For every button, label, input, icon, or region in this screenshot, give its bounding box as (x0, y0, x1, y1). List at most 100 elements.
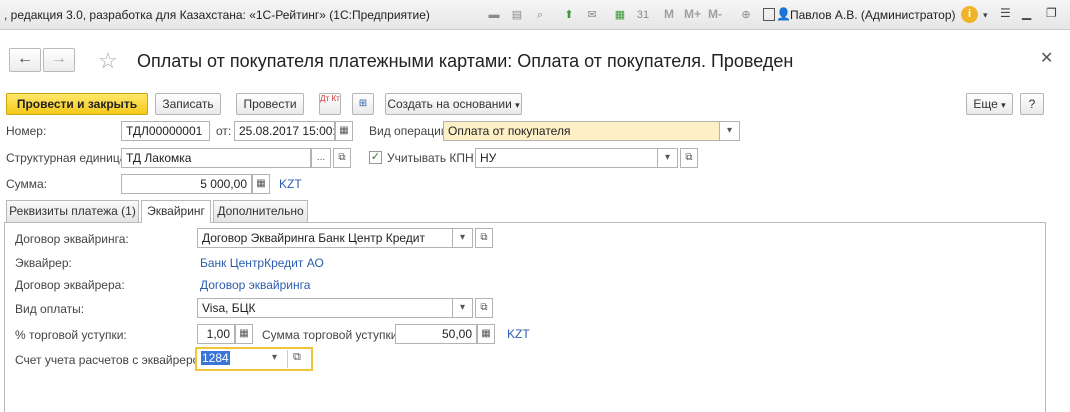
acquiring-contract-field[interactable]: Договор Эквайринга Банк Центр Кредит (197, 228, 453, 248)
chevron-down-icon[interactable]: ▾ (983, 10, 988, 21)
panel-icon[interactable] (763, 8, 775, 21)
current-user[interactable]: Павлов А.В. (Администратор) (790, 8, 956, 22)
create-based-on-button[interactable]: Создать на основании ▾ (385, 93, 522, 115)
chevron-down-icon[interactable]: ▾ (272, 352, 277, 363)
tab-additional[interactable]: Дополнительно (213, 200, 308, 222)
unit-label: Структурная единица: (6, 151, 130, 165)
chevron-down-icon: ▾ (459, 302, 466, 313)
acquiring-contract-label: Договор эквайринга: (15, 232, 129, 246)
discount-sum-field[interactable]: 50,00 (395, 324, 477, 344)
acquirer-contract-link[interactable]: Договор эквайринга (200, 278, 310, 292)
unit-select-button[interactable]: ... (311, 148, 331, 168)
sum-label: Сумма: (6, 177, 48, 191)
acquiring-contract-open[interactable]: ⧉ (475, 228, 493, 248)
kpn-checkbox[interactable]: ✓ (369, 151, 382, 164)
chevron-down-icon: ▾ (515, 100, 520, 110)
document-title: Оплаты от покупателя платежными картами:… (137, 51, 794, 71)
kpn-open-button[interactable]: ⧉ (680, 148, 698, 168)
operation-field[interactable]: Оплата от покупателя (443, 121, 720, 141)
calculator-icon[interactable]: ▦ (612, 7, 628, 23)
chevron-down-icon: ▾ (1001, 100, 1006, 110)
discount-pct-calculator[interactable]: ▦ (235, 324, 253, 344)
save-button[interactable]: Записать (155, 93, 221, 115)
forward-button[interactable]: → (43, 48, 75, 72)
checkmark-icon: ✓ (370, 151, 381, 163)
close-icon[interactable]: ✕ (1040, 48, 1053, 68)
arrow-right-icon: → (51, 50, 67, 67)
print-icon[interactable]: ▤ (509, 7, 525, 23)
memory-m-minus-button[interactable]: M- (708, 7, 722, 21)
post-and-close-button[interactable]: Провести и закрыть (6, 93, 148, 115)
post-button[interactable]: Провести (236, 93, 304, 115)
favorite-star-icon[interactable]: ☆ (98, 48, 118, 74)
number-field[interactable]: ТДЛ00000001 (121, 121, 210, 141)
tab-acquiring[interactable]: Эквайринг (141, 200, 211, 223)
calendar-icon[interactable]: 31 (635, 7, 651, 23)
payment-type-dropdown[interactable]: ▾ (453, 298, 473, 318)
back-button[interactable]: ← (9, 48, 41, 72)
acquirer-contract-label: Договор эквайрера: (15, 278, 125, 292)
arrow-left-icon: ← (17, 50, 33, 67)
save-icon[interactable]: ▬ (486, 7, 502, 23)
help-button[interactable]: ? (1020, 93, 1044, 115)
structure-button[interactable]: ⊞ (352, 93, 374, 115)
open-icon: ⧉ (480, 302, 488, 313)
calculator-icon: ▦ (481, 328, 491, 339)
preview-icon[interactable]: ⌕ (532, 7, 548, 23)
payment-type-open[interactable]: ⧉ (475, 298, 493, 318)
sum-field[interactable]: 5 000,00 (121, 174, 252, 194)
unit-field[interactable]: ТД Лакомка (121, 148, 311, 168)
date-field[interactable]: 25.08.2017 15:00:4 (234, 121, 335, 141)
tab-payment-details[interactable]: Реквизиты платежа (1) (6, 200, 139, 222)
operation-dropdown-button[interactable]: ▾ (720, 121, 740, 141)
mail-icon[interactable]: ✉ (584, 7, 600, 23)
zoom-in-icon[interactable]: ⊕ (738, 7, 754, 23)
window-title: , редакция 3.0, разработка для Казахстан… (4, 8, 430, 22)
minimize-icon[interactable]: ▁ (1022, 6, 1031, 20)
currency-link[interactable]: KZT (279, 177, 302, 191)
hierarchy-icon: ⊞ (358, 98, 368, 109)
create-based-on-label: Создать на основании (387, 97, 512, 111)
acquirer-label: Эквайрер: (15, 256, 72, 270)
acquirer-link[interactable]: Банк ЦентрКредит АО (200, 256, 324, 270)
open-icon: ⧉ (685, 152, 693, 163)
discount-pct-field[interactable]: 1,00 (197, 324, 235, 344)
acquiring-panel (4, 222, 1046, 412)
dtkt-icon: Дт Кт (320, 94, 340, 103)
acquiring-contract-dropdown[interactable]: ▾ (453, 228, 473, 248)
date-picker-button[interactable]: ▦ (335, 121, 353, 141)
number-label: Номер: (6, 124, 47, 138)
chevron-down-icon: ▾ (726, 125, 733, 136)
open-icon: ⧉ (338, 152, 346, 163)
discount-currency-link[interactable]: KZT (507, 327, 530, 341)
memory-m-plus-button[interactable]: M+ (684, 7, 701, 21)
kpn-dropdown-button[interactable]: ▾ (658, 148, 678, 168)
unit-open-button[interactable]: ⧉ (333, 148, 351, 168)
account-label: Счет учета расчетов с эквайрером: (15, 353, 211, 367)
memory-m-button[interactable]: M (664, 7, 674, 21)
account-value[interactable]: 1284 (201, 351, 230, 365)
discount-sum-calculator[interactable]: ▦ (477, 324, 495, 344)
restore-icon[interactable]: ❐ (1046, 6, 1057, 20)
kpn-field[interactable]: НУ (475, 148, 658, 168)
discount-sum-label: Сумма торговой уступки: (262, 328, 401, 342)
calculator-button[interactable]: ▦ (252, 174, 270, 194)
info-icon[interactable]: i (961, 6, 978, 23)
window-title-bar: , редакция 3.0, разработка для Казахстан… (0, 0, 1070, 30)
chevron-down-icon: ▾ (664, 152, 671, 163)
more-button[interactable]: Еще ▾ (966, 93, 1013, 115)
payment-type-label: Вид оплаты: (15, 302, 85, 316)
calendar-icon: ▦ (339, 125, 349, 136)
operation-label: Вид операции: (369, 124, 451, 138)
user-icon: 👤 (776, 7, 791, 21)
attach-icon[interactable]: ⬆ (561, 7, 577, 23)
open-icon: ⧉ (480, 232, 488, 243)
menu-icon[interactable]: ☰ (1000, 6, 1011, 20)
discount-pct-label: % торговой уступки: (15, 328, 127, 342)
open-icon[interactable]: ⧉ (293, 351, 301, 364)
payment-type-field[interactable]: Visa, БЦК (197, 298, 453, 318)
calculator-icon: ▦ (239, 328, 249, 339)
account-divider (287, 350, 288, 368)
calculator-icon: ▦ (256, 178, 266, 189)
dtkt-button[interactable]: Дт Кт (319, 93, 341, 115)
